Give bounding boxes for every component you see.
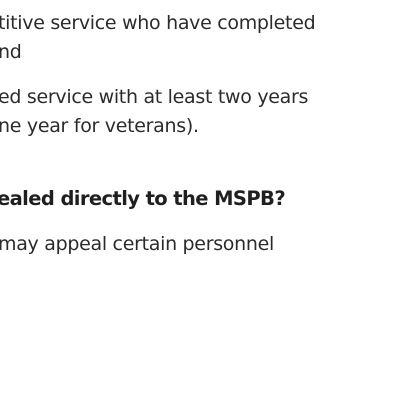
text-line: may appeal certain personnel [0,233,274,255]
text-line: ed service with at least two years [0,86,309,108]
section-heading: ealed directly to the MSPB? [0,187,286,210]
text-line: titive service who have completed [0,12,316,34]
text-line: ne year for veterans). [0,115,199,137]
text-line: nd [0,41,22,63]
